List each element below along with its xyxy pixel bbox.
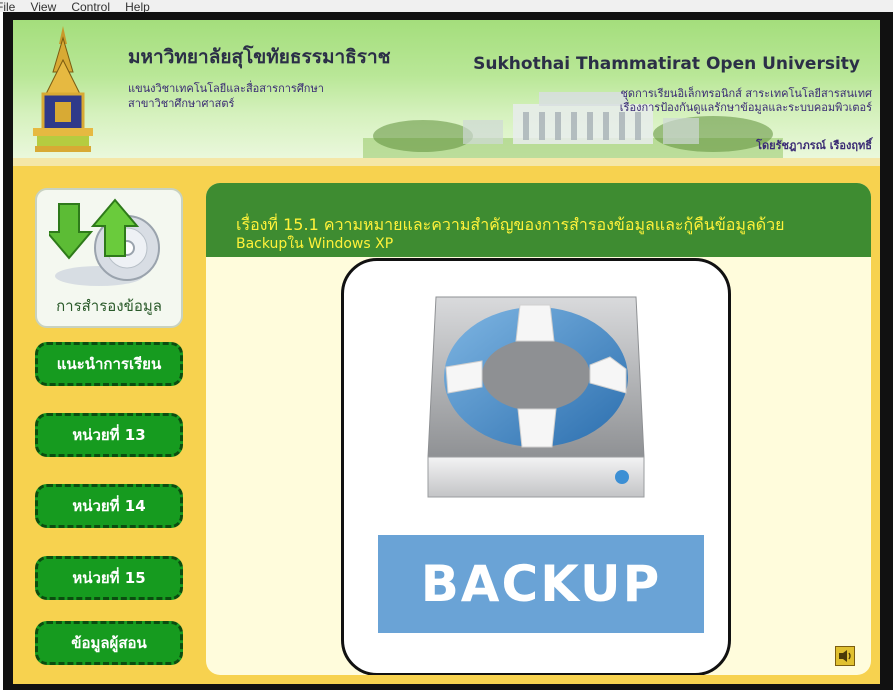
nav-button-label: หน่วยที่ 13 [72,426,146,444]
nav-button-label: หน่วยที่ 15 [72,569,146,587]
sidebar-topic-label: การสำรองข้อมูล [56,297,162,315]
menu-help[interactable]: Help [125,0,150,12]
speaker-icon[interactable] [835,646,855,666]
backup-illustration: BACKUP [341,258,731,675]
menu-bar: File View Control Help [0,0,893,12]
department-line-2: สาขาวิชาศึกษาศาสตร์ [128,97,235,110]
menu-view[interactable]: View [30,0,56,12]
header-divider [13,158,880,166]
content-title-bar: เรื่องที่ 15.1 ความหมายและความสำคัญของกา… [206,183,871,257]
backup-disc-icon [49,198,160,286]
content-title-line-2: Backupใน Windows XP [236,236,394,252]
header-banner: มหาวิทยาลัยสุโขทัยธรรมาธิราช แขนงวิชาเทค… [13,20,880,158]
nav-button-label: ข้อมูลผู้สอน [71,634,147,652]
author-credit: โดยรัชฎาภรณ์ เรืองฤทธิ์ [756,139,872,152]
university-title-en: Sukhothai Thammatirat Open University [473,54,860,74]
university-seal-icon [33,26,93,152]
university-title-th: มหาวิทยาลัยสุโขทัยธรรมาธิราช [128,46,391,68]
menu-file[interactable]: File [0,0,15,12]
nav-button-label: แนะนำการเรียน [56,355,162,373]
backup-banner: BACKUP [378,535,704,633]
backup-banner-text: BACKUP [420,555,662,613]
nav-button-label: หน่วยที่ 14 [72,497,146,515]
content-panel: เรื่องที่ 15.1 ความหมายและความสำคัญของกา… [206,183,871,675]
nav-button-unit-15[interactable]: หน่วยที่ 15 [35,556,183,600]
menu-control[interactable]: Control [71,0,110,12]
nav-button-intro[interactable]: แนะนำการเรียน [35,342,183,386]
sidebar-topic-card[interactable]: การสำรองข้อมูล [35,188,183,328]
course-line-2: เรื่องการป้องกันดูแลรักษาข้อมูลและระบบคอ… [619,101,872,114]
nav-button-unit-13[interactable]: หน่วยที่ 13 [35,413,183,457]
main-body: การสำรองข้อมูล แนะนำการเรียน หน่วยที่ 13… [13,166,880,684]
nav-button-instructor-info[interactable]: ข้อมูลผู้สอน [35,621,183,665]
nav-button-unit-14[interactable]: หน่วยที่ 14 [35,484,183,528]
